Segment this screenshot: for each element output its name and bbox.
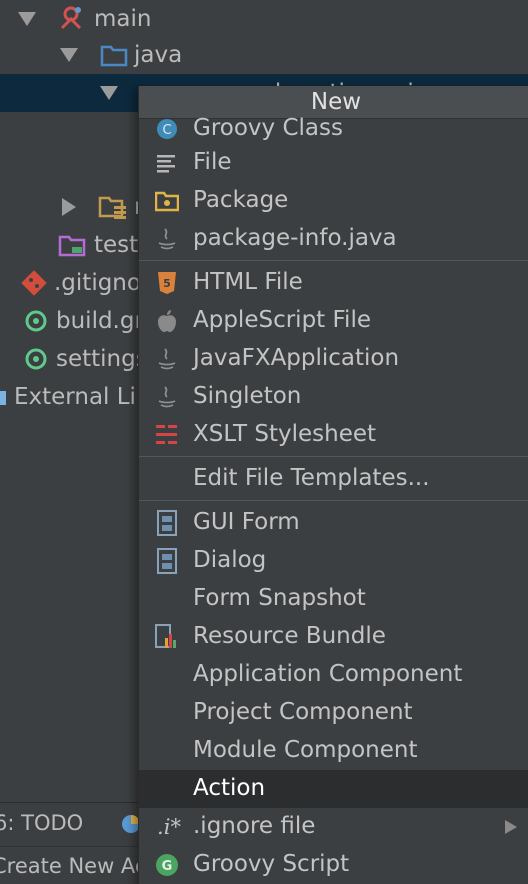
menu-item-label: XSLT Stylesheet — [193, 421, 377, 447]
menu-item-resource-bundle[interactable]: Resource Bundle — [139, 618, 528, 656]
menu-item-label: Application Component — [193, 661, 463, 687]
menu-item-groovy-class[interactable]: C Groovy Class — [139, 110, 528, 148]
java-icon — [158, 386, 176, 408]
expand-arrow-icon[interactable] — [60, 48, 78, 62]
menu-item-gui-form[interactable]: GUI Form — [139, 504, 528, 542]
resources-folder-icon — [98, 196, 126, 219]
menu-item-label: HTML File — [193, 269, 303, 295]
menu-item-dialog[interactable]: Dialog — [139, 542, 528, 580]
svg-text:5: 5 — [163, 277, 171, 290]
menu-item-label: Groovy Script — [193, 851, 350, 877]
menu-item-label: Resource Bundle — [193, 623, 386, 649]
collapse-arrow-icon[interactable] — [62, 198, 76, 216]
menu-item-label: File — [193, 149, 232, 175]
gradle-icon — [25, 348, 47, 370]
apple-icon — [158, 310, 176, 332]
groovy-script-icon: G — [156, 854, 178, 876]
java-icon — [158, 348, 176, 370]
groovy-class-icon: C — [157, 119, 177, 139]
menu-item-html-file[interactable]: 5 HTML File — [139, 264, 528, 302]
menu-item-label: AppleScript File — [193, 307, 371, 333]
svg-text:G: G — [162, 859, 173, 874]
menu-item-label: Form Snapshot — [193, 585, 366, 611]
file-icon — [157, 155, 175, 173]
test-folder-icon — [58, 235, 86, 257]
menu-item-label: Dialog — [193, 547, 267, 573]
menu-separator — [139, 260, 528, 261]
tree-item-java[interactable]: java — [60, 36, 182, 74]
menu-item-applescript[interactable]: AppleScript File — [139, 302, 528, 340]
form-icon — [157, 510, 177, 536]
bundle-icon — [155, 624, 176, 648]
menu-item-edit-file-templates[interactable]: Edit File Templates... — [139, 460, 528, 498]
html5-icon: 5 — [158, 272, 176, 294]
ide-window: main java com.example.actions.ni resourc… — [0, 0, 528, 884]
xslt-icon — [156, 425, 177, 444]
menu-item-label: .ignore file — [193, 813, 316, 839]
menu-item-module-component[interactable]: Module Component — [139, 732, 528, 770]
submenu-arrow-icon — [505, 820, 517, 834]
expand-arrow-icon[interactable] — [18, 12, 36, 26]
java-icon — [158, 228, 176, 250]
menu-item-action[interactable]: Action — [139, 770, 528, 808]
menu-item-label: Package — [193, 187, 289, 213]
menu-separator — [139, 500, 528, 501]
new-popup-menu: New C Groovy Class File Package package-… — [138, 86, 528, 884]
source-root-icon — [60, 6, 82, 30]
git-icon — [21, 270, 47, 296]
tree-item-main[interactable]: main — [18, 0, 151, 38]
todo-tool-button[interactable]: 6: TODO — [0, 811, 83, 835]
menu-item-file[interactable]: File — [139, 144, 528, 182]
ignore-file-icon: .i* — [157, 815, 181, 839]
expand-arrow-icon[interactable] — [100, 86, 118, 100]
menu-item-label: Singleton — [193, 383, 302, 409]
menu-item-label: package-info.java — [193, 225, 397, 251]
menu-item-label: GUI Form — [193, 509, 300, 535]
tree-item-test[interactable]: test — [58, 226, 138, 264]
libraries-icon — [0, 391, 6, 405]
svg-text:C: C — [162, 123, 171, 138]
gradle-icon — [25, 310, 47, 332]
menu-item-label: JavaFXApplication — [193, 345, 400, 371]
menu-item-label: Edit File Templates... — [193, 465, 430, 491]
tree-item-label: java — [134, 42, 183, 68]
menu-item-xslt[interactable]: XSLT Stylesheet — [139, 416, 528, 454]
menu-separator — [139, 456, 528, 457]
menu-item-ignore-file[interactable]: .i* .ignore file — [139, 808, 528, 846]
folder-icon — [100, 45, 128, 67]
menu-item-label: Module Component — [193, 737, 418, 763]
menu-item-javafx[interactable]: JavaFXApplication — [139, 340, 528, 378]
menu-item-project-component[interactable]: Project Component — [139, 694, 528, 732]
menu-item-label: Groovy Class — [193, 115, 343, 141]
menu-item-form-snapshot[interactable]: Form Snapshot — [139, 580, 528, 618]
package-icon — [155, 191, 179, 212]
menu-item-package[interactable]: Package — [139, 182, 528, 220]
tree-item-label: main — [94, 6, 152, 32]
menu-item-label: Project Component — [193, 699, 413, 725]
menu-item-label: Action — [193, 775, 266, 801]
menu-item-application-component[interactable]: Application Component — [139, 656, 528, 694]
form-icon — [157, 548, 177, 574]
menu-item-groovy-script[interactable]: G Groovy Script — [139, 846, 528, 884]
menu-item-singleton[interactable]: Singleton — [139, 378, 528, 416]
menu-item-package-info[interactable]: package-info.java — [139, 220, 528, 258]
tree-item-label: test — [94, 232, 139, 258]
